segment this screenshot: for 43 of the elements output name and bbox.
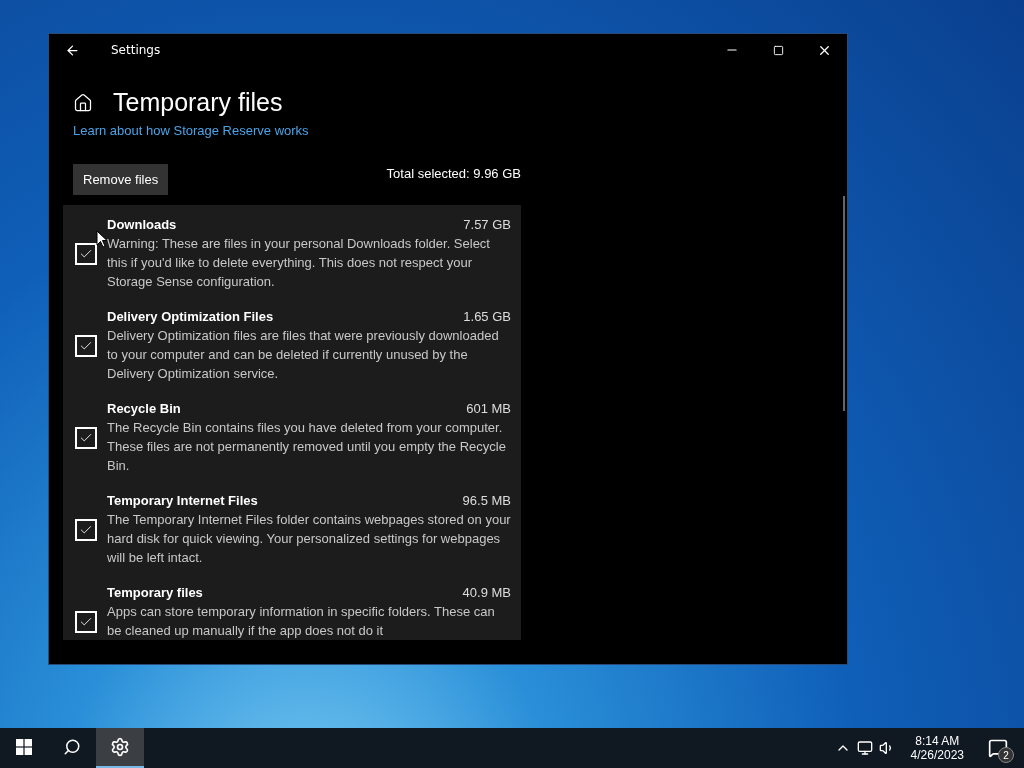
check-icon xyxy=(79,615,93,629)
settings-taskbar-button[interactable] xyxy=(96,728,144,768)
checkbox[interactable] xyxy=(75,427,97,449)
storage-reserve-link[interactable]: Learn about how Storage Reserve works xyxy=(73,123,521,138)
notification-count: 2 xyxy=(998,747,1014,763)
check-icon xyxy=(79,431,93,445)
item-name: Downloads xyxy=(107,217,177,232)
checkbox[interactable] xyxy=(75,243,97,265)
page-title: Temporary files xyxy=(113,88,283,117)
checkbox[interactable] xyxy=(75,611,97,633)
check-icon xyxy=(79,339,93,353)
item-size: 96.5 MB xyxy=(462,493,511,508)
network-icon[interactable] xyxy=(856,740,873,756)
windows-logo-icon xyxy=(16,739,32,755)
notification-button[interactable]: 2 xyxy=(980,728,1016,768)
item-description: Warning: These are files in your personal Downloads folder. Select this if you'd like to delete everything. This does not respect your Storage Sense configuration. xyxy=(107,235,491,291)
maximize-icon xyxy=(772,44,784,56)
check-icon xyxy=(79,247,93,261)
mouse-pointer-icon xyxy=(96,230,108,248)
item-description: Apps can store temporary information in specific folders. These can be cleaned up manually if the app does not do it xyxy=(107,603,496,640)
remove-files-button[interactable]: Remove files xyxy=(73,164,169,195)
item-description: Delivery Optimization files are files that were previously downloaded to your computer and can be deleted if currently unused by the Delivery Optimization service. xyxy=(107,327,500,383)
window-title: Settings xyxy=(111,43,161,57)
scrollbar[interactable] xyxy=(843,196,845,411)
item-name: Temporary Internet Files xyxy=(107,493,258,508)
checkbox[interactable] xyxy=(75,335,97,357)
item-description: The Recycle Bin contains files you have deleted from your computer. These files are not permanently removed until you empty the Recycle Bin. xyxy=(107,419,507,475)
item-size: 40.9 MB xyxy=(462,585,511,600)
item-size: 7.57 GB xyxy=(463,217,511,232)
item-name: Temporary files xyxy=(107,585,203,600)
check-icon xyxy=(79,523,93,537)
total-selected-text: Total selected: 9.96 GB xyxy=(386,166,521,181)
search-icon xyxy=(63,738,81,756)
clock-time[interactable]: 8:14 AM xyxy=(915,734,960,748)
gear-icon xyxy=(110,737,130,757)
item-name: Delivery Optimization Files xyxy=(107,309,274,324)
checkbox[interactable] xyxy=(75,519,97,541)
item-size: 1.65 GB xyxy=(463,309,511,324)
item-name: Recycle Bin xyxy=(107,401,181,416)
home-icon[interactable] xyxy=(73,92,93,113)
clock-date[interactable]: 4/26/2023 xyxy=(910,748,964,762)
item-size: 601 MB xyxy=(466,401,511,416)
item-description: The Temporary Internet Files folder contains webpages stored on your hard disk for quick viewing. Your personalized settings for webpages will be left intact. xyxy=(107,511,511,567)
